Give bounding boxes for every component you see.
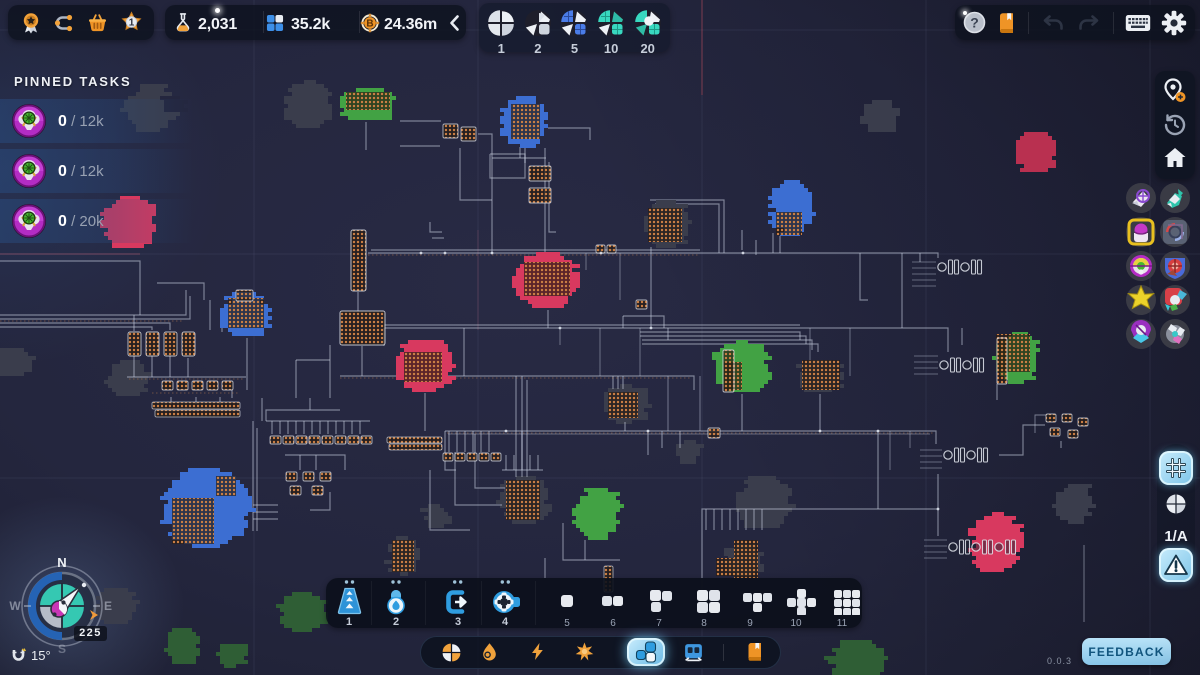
svg-text:W: W [9, 599, 21, 613]
svg-text:S: S [58, 642, 66, 656]
svg-text:N: N [57, 555, 66, 570]
svg-text:1: 1 [128, 18, 134, 29]
svg-text:?: ? [970, 14, 979, 30]
svg-text:E: E [104, 599, 112, 613]
svg-text:B: B [366, 19, 373, 30]
